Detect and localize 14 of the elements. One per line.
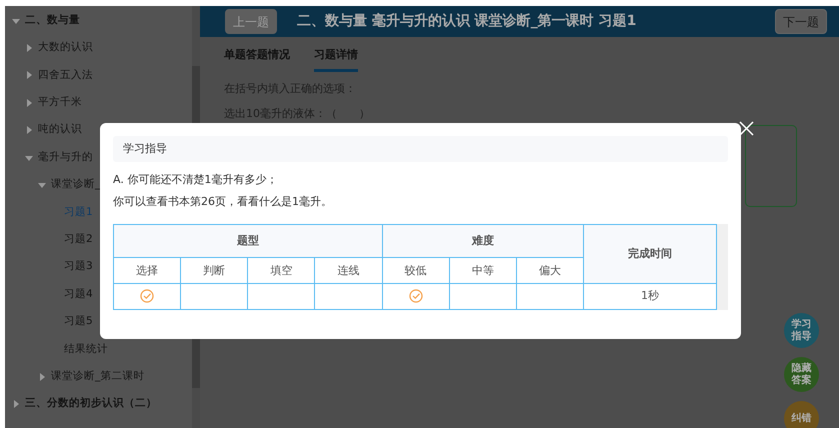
guidance-text: 你可以查看书本第26页，看看什么是1毫升。	[113, 194, 333, 210]
table-header: 选择	[114, 258, 181, 284]
guidance-text: A. 你可能还不清楚1毫升有多少；	[113, 172, 278, 188]
table-header: 中等	[449, 258, 516, 284]
table-cell: 1秒	[584, 284, 716, 310]
table-header: 连线	[314, 258, 382, 284]
table-header: 填空	[248, 258, 315, 284]
table-header: 判断	[180, 258, 248, 284]
table-header: 难度	[382, 224, 584, 258]
table-header: 完成时间	[584, 224, 716, 284]
table-header: 较低	[382, 258, 450, 284]
page-title: 二、数与量 毫升与升的认识 课堂诊断_第一课时 习题1	[297, 12, 638, 31]
table-header: 题型	[114, 224, 382, 258]
dialog-title: 学习指导	[113, 136, 728, 162]
